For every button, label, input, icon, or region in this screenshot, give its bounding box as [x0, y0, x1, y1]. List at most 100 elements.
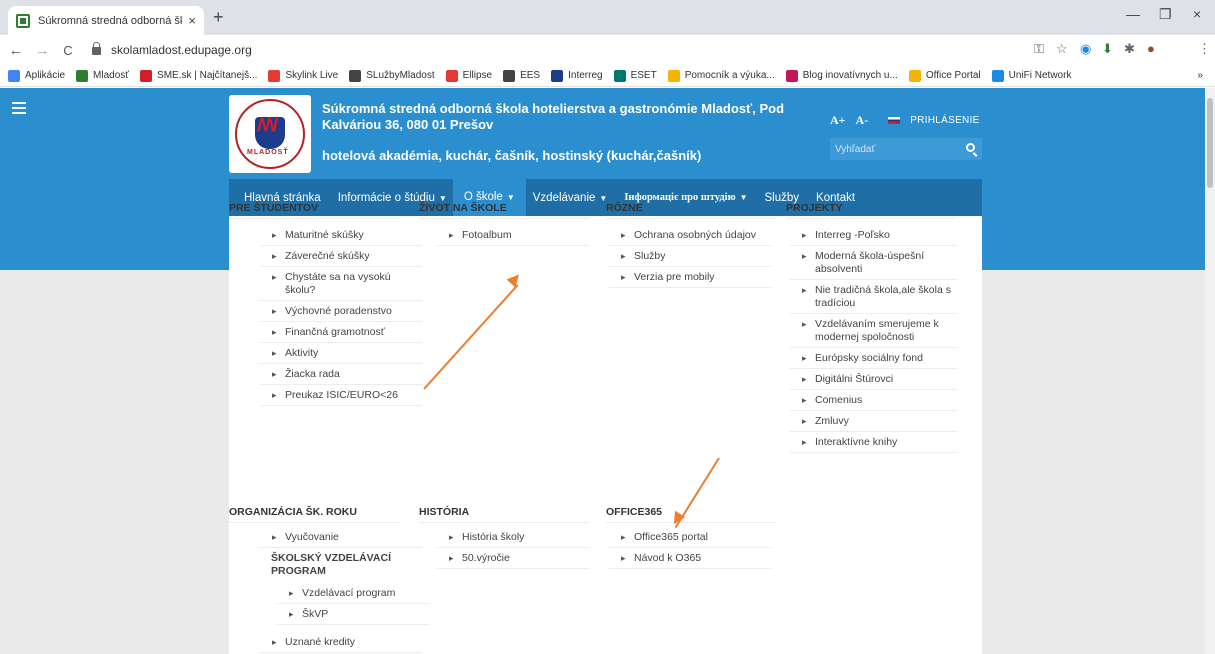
bookmark-item[interactable]: Skylink Live — [268, 69, 338, 82]
menu-kebab-icon[interactable]: ⋮ — [1198, 41, 1211, 57]
menu-item[interactable]: Vyučovanie — [272, 531, 422, 544]
minimize-button[interactable]: — — [1126, 6, 1140, 22]
menu-item[interactable]: Interaktívne knihy — [802, 436, 957, 449]
login-link[interactable]: PRIHLÁSENIE — [910, 115, 979, 126]
menu-item[interactable]: Office365 portal — [621, 531, 771, 544]
new-tab-button[interactable]: + — [213, 8, 224, 26]
bookmark-item[interactable]: EES — [503, 69, 540, 82]
menu-item[interactable]: História školy — [449, 531, 589, 544]
menu-item[interactable]: Výchovné poradenstvo — [272, 305, 422, 318]
search-box — [830, 138, 982, 160]
browser-tabstrip: Súkromná stredná odborná škola × + — ❐ × — [0, 0, 1215, 35]
lock-icon — [92, 42, 101, 55]
puzzle-icon[interactable]: ✱ — [1124, 41, 1135, 57]
web-page: ꟿ MLADOSŤ Súkromná stredná odborná škola… — [0, 88, 1205, 654]
bookmark-label: Interreg — [568, 70, 603, 81]
bookmark-item[interactable]: Mladosť — [76, 69, 129, 82]
menu-item[interactable]: Moderná škola-úspešní absolventi — [802, 250, 957, 276]
bookmark-item[interactable]: ESET — [613, 69, 657, 82]
menu-item[interactable]: Služby — [621, 250, 771, 263]
menu-item[interactable]: Interreg -Poľsko — [802, 229, 957, 242]
menu-item[interactable]: Zmluvy — [802, 415, 957, 428]
address-bar[interactable]: skolamladost.edupage.org — [92, 39, 1022, 61]
nav-item-label: Vzdelávanie — [532, 191, 596, 204]
bookmark-icon — [268, 69, 281, 82]
menu-item[interactable]: Uznané kredity — [272, 636, 422, 649]
bookmark-item[interactable]: Aplikácie — [8, 69, 66, 82]
bookmark-label: Aplikácie — [25, 70, 66, 81]
menu-item[interactable]: Fotoalbum — [449, 229, 589, 242]
menu-item[interactable]: Vzdelávací program — [289, 587, 429, 600]
forward-button[interactable]: → — [32, 42, 52, 59]
logo-text: MLADOSŤ — [247, 149, 289, 156]
bookmark-item[interactable]: Ellipse — [445, 69, 493, 82]
menu-column-title: OFFICE365 — [606, 506, 663, 518]
window-close-button[interactable]: × — [1193, 6, 1201, 22]
menu-item[interactable]: Ochrana osobných údajov — [621, 229, 771, 242]
font-decrease-button[interactable]: A- — [856, 113, 869, 128]
bookmark-label: SLužbyMladost — [366, 70, 435, 81]
menu-column-title: HISTÓRIA — [419, 506, 470, 518]
bookmark-label: Ellipse — [462, 70, 493, 81]
menu-item[interactable]: Návod k O365 — [621, 552, 771, 565]
menu-item[interactable]: Žiacka rada — [272, 368, 422, 381]
bookmark-icon — [140, 69, 153, 82]
menu-item[interactable]: Chystáte sa na vysokú školu? — [272, 271, 422, 297]
bookmark-item[interactable]: Interreg — [551, 69, 603, 82]
hamburger-menu-icon[interactable] — [12, 102, 26, 117]
bookmarks-bar: Aplikácie Mladosť SME.sk | Najčítanejš... S… — [0, 65, 1215, 87]
site-favicon-icon — [16, 13, 30, 28]
menu-item[interactable]: Záverečné skúšky — [272, 250, 422, 263]
menu-column-title: ŽIVOT NA ŠKOLE — [419, 202, 507, 214]
bookmarks-overflow-button[interactable]: » — [1197, 70, 1203, 81]
menu-item[interactable]: ŠkVP — [289, 608, 429, 621]
bookmark-icon — [445, 69, 458, 82]
bookmark-item[interactable]: Pomocník a výuka... — [667, 69, 775, 82]
menu-subheading: ŠKOLSKÝ VZDELÁVACÍ PROGRAM — [271, 552, 391, 577]
school-name[interactable]: Súkromná stredná odborná škola hoteliers… — [322, 101, 812, 133]
school-logo[interactable]: ꟿ MLADOSŤ — [229, 95, 311, 173]
star-icon[interactable]: ☆ — [1056, 41, 1068, 57]
menu-column-title: ORGANIZÁCIA ŠK. ROKU — [229, 506, 357, 518]
nav-item[interactable]: Vzdelávanie ▼ — [533, 192, 608, 204]
bookmark-item[interactable]: Office Portal — [908, 69, 981, 82]
page-scrollbar[interactable] — [1205, 88, 1215, 654]
menu-item[interactable]: Vzdelávaním smerujeme k modernej spoločn… — [802, 318, 957, 344]
bookmark-label: SME.sk | Najčítanejš... — [157, 70, 258, 81]
menu-item[interactable]: Preukaz ISIC/EURO<26 — [272, 389, 422, 402]
bookmark-icon — [785, 69, 798, 82]
restore-button[interactable]: ❐ — [1159, 6, 1172, 23]
menu-item[interactable]: 50.výročie — [449, 552, 589, 565]
search-input[interactable] — [835, 143, 960, 155]
bookmark-item[interactable]: Blog inovatívnych u... — [785, 69, 898, 82]
bookmark-icon — [349, 69, 362, 82]
menu-item[interactable]: Európsky sociálny fond — [802, 352, 957, 365]
menu-item[interactable]: Maturitné skúšky — [272, 229, 422, 242]
bookmark-item[interactable]: UniFi Network — [991, 69, 1071, 82]
o-skole-dropdown: PRE ŠTUDENTOV Maturitné skúšky Záverečné s… — [229, 202, 982, 654]
tab-close-icon[interactable]: × — [188, 13, 196, 28]
menu-item[interactable]: Comenius — [802, 394, 957, 407]
key-icon[interactable]: ⚿ — [1034, 41, 1044, 57]
language-flag-icon[interactable] — [888, 117, 901, 124]
font-increase-button[interactable]: A+ — [830, 113, 846, 128]
menu-item[interactable]: Finančná gramotnosť — [272, 326, 422, 339]
browser-tab[interactable]: Súkromná stredná odborná škola × — [8, 6, 204, 35]
menu-item[interactable]: Aktivity — [272, 347, 422, 360]
menu-column-title: PROJEKTY — [786, 202, 843, 214]
bookmark-label: ESET — [630, 70, 657, 81]
menu-item[interactable]: Nie tradičná škola,ale škola s tradíciou — [802, 284, 957, 310]
browser-toolbar: ← → C skolamladost.edupage.org — [0, 35, 1215, 65]
bookmark-icon — [991, 69, 1004, 82]
download-extension-icon[interactable]: ⬇ — [1102, 41, 1113, 57]
menu-item[interactable]: Verzia pre mobily — [621, 271, 771, 284]
bookmark-icon — [76, 69, 89, 82]
extension-icon[interactable]: ◉ — [1080, 41, 1091, 57]
bookmark-item[interactable]: SME.sk | Najčítanejš... — [140, 69, 258, 82]
avatar[interactable]: ● — [1147, 41, 1155, 56]
menu-item[interactable]: Digitálni Štúrovci — [802, 373, 957, 386]
bookmark-item[interactable]: SLužbyMladost — [349, 69, 435, 82]
back-button[interactable]: ← — [6, 42, 26, 59]
search-icon[interactable] — [966, 143, 975, 152]
reload-button[interactable]: C — [58, 43, 78, 58]
